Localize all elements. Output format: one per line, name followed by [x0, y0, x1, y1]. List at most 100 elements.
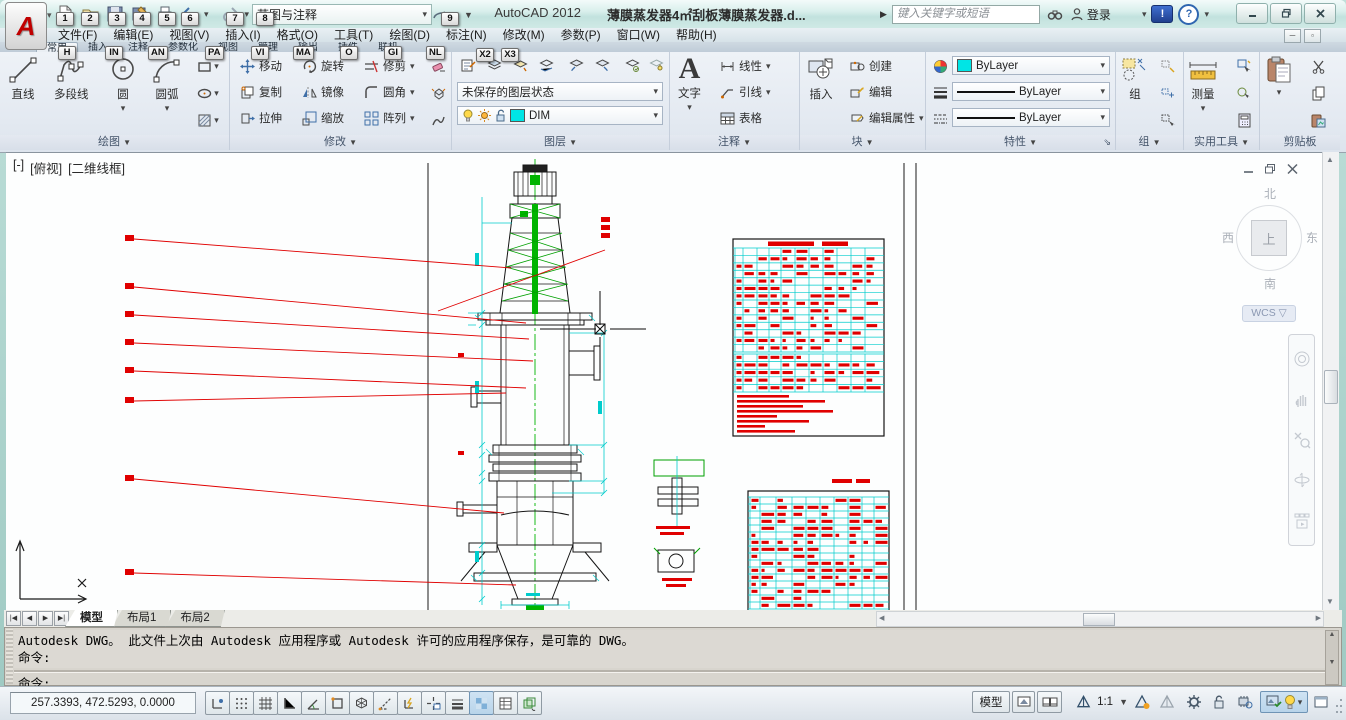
nav-wheel-icon[interactable] — [1293, 350, 1311, 368]
create-block-button[interactable]: 创建 — [850, 58, 892, 74]
viewcube-top-face[interactable]: 上 — [1251, 220, 1287, 256]
panel-label-groups[interactable]: 组 ▼ — [1116, 135, 1183, 150]
search-binoculars-icon[interactable] — [1045, 5, 1065, 23]
dynamic-input-toggle[interactable] — [421, 691, 446, 715]
text-caret-icon[interactable]: ▾ — [687, 102, 692, 113]
app-menu-button[interactable]: A — [5, 2, 47, 50]
first-tab-button[interactable]: |◀ — [6, 611, 21, 626]
viewcube-north[interactable]: 北 — [1222, 185, 1318, 202]
properties-launcher-icon[interactable]: ⇘ — [1103, 135, 1111, 150]
search-input[interactable] — [891, 4, 1040, 24]
circle-caret-icon[interactable]: ▾ — [121, 103, 126, 114]
viewcube[interactable]: 北 南 西 东 上 — [1222, 183, 1318, 301]
visual-style-control[interactable]: [二维线框] — [68, 158, 125, 177]
clean-screen-button[interactable] — [1310, 691, 1332, 713]
lineweight-dropdown[interactable]: ByLayer ▾ — [952, 82, 1110, 101]
group-edit-button[interactable] — [1156, 83, 1180, 103]
resize-grip[interactable] — [1334, 695, 1344, 719]
lineweight-caret-icon[interactable]: ▾ — [1100, 86, 1105, 97]
linear-dim-button[interactable]: 线性 ▾ — [720, 58, 771, 74]
orbit-icon[interactable] — [1293, 471, 1311, 489]
menu-parametric[interactable]: 参数(P) — [553, 28, 609, 42]
rectangle-caret-icon[interactable]: ▾ — [214, 61, 219, 72]
menu-file[interactable]: 文件(F) — [50, 28, 105, 42]
edit-attributes-button[interactable]: 编辑属性 ▾ — [850, 110, 924, 126]
zoom-extents-icon[interactable] — [1293, 431, 1311, 449]
menu-format[interactable]: 格式(O) — [269, 28, 326, 42]
tab-model[interactable]: 模型 — [65, 610, 118, 627]
arc-caret-icon[interactable]: ▾ — [165, 103, 170, 114]
panel-label-properties[interactable]: 特性 ▼ ⇘ — [926, 135, 1115, 150]
menu-view[interactable]: 视图(V) — [161, 28, 217, 42]
layer-lockfade-button[interactable] — [644, 55, 668, 75]
circle-button[interactable]: 圆 ▾ — [108, 55, 138, 114]
paste-caret-icon[interactable]: ▾ — [1277, 87, 1282, 98]
minimize-button[interactable] — [1236, 3, 1268, 24]
coordinate-display[interactable]: 257.3393, 472.5293, 0.0000 — [10, 692, 196, 714]
lineweight-icon[interactable] — [928, 82, 952, 102]
menu-modify[interactable]: 修改(M) — [495, 28, 553, 42]
workspace-caret-icon[interactable]: ▾ — [422, 9, 427, 20]
copy-clip-button[interactable] — [1306, 83, 1330, 103]
layer-off-button[interactable] — [564, 55, 588, 75]
mirror-button[interactable]: 镜像 — [302, 84, 344, 100]
cut-button[interactable] — [1306, 56, 1330, 76]
tab-layout1[interactable]: 布局1 — [112, 610, 171, 627]
viewcube-south[interactable]: 南 — [1222, 275, 1318, 292]
undo-caret-icon[interactable]: ▾ — [204, 9, 209, 20]
trim-caret-icon[interactable]: ▾ — [410, 61, 415, 72]
linetype-caret-icon[interactable]: ▾ — [1100, 112, 1105, 123]
paste-button[interactable]: ▾ — [1264, 55, 1294, 98]
hatch-caret-icon[interactable]: ▾ — [214, 115, 219, 126]
restore-button[interactable] — [1270, 3, 1302, 24]
hatch-button[interactable]: ▾ — [196, 110, 220, 130]
close-button[interactable] — [1304, 3, 1336, 24]
layer-freeze-button[interactable] — [534, 55, 558, 75]
drawing-canvas[interactable]: [-] [俯视] [二维线框] 北 南 西 东 上 WCS ▽ — [6, 152, 1322, 611]
otrack-toggle[interactable] — [373, 691, 398, 715]
viewcube-east[interactable]: 东 — [1306, 229, 1318, 246]
layer-match-button[interactable] — [620, 55, 644, 75]
color-caret-icon[interactable]: ▾ — [1100, 60, 1105, 71]
table-button[interactable]: 表格 — [720, 110, 762, 126]
toolbar-lock-button[interactable] — [1208, 691, 1230, 713]
layer-state-caret-icon[interactable]: ▾ — [653, 86, 658, 97]
isolate-objects-group[interactable]: ▾ — [1260, 691, 1308, 713]
menu-help[interactable]: 帮助(H) — [668, 28, 725, 42]
ungroup-button[interactable] — [1156, 56, 1180, 76]
quick-view-drawings-button[interactable] — [1037, 691, 1062, 713]
tab-layout2[interactable]: 布局2 — [165, 610, 224, 627]
hardware-acceleration-button[interactable] — [1232, 691, 1258, 713]
viewport-menu[interactable]: [-] — [13, 158, 24, 177]
command-history[interactable]: Autodesk DWG。 此文件上次由 Autodesk 应用程序或 Auto… — [14, 630, 1325, 668]
fillet-caret-icon[interactable]: ▾ — [410, 87, 415, 98]
menu-draw[interactable]: 绘图(D) — [381, 28, 438, 42]
view-control[interactable]: [俯视] — [30, 158, 62, 177]
workspace-switcher[interactable]: 草图与注释 ▾ — [252, 3, 432, 25]
prev-tab-button[interactable]: ◀ — [22, 611, 37, 626]
viewcube-west[interactable]: 西 — [1222, 229, 1234, 246]
lineweight-toggle[interactable] — [445, 691, 470, 715]
snap-toggle[interactable] — [229, 691, 254, 715]
linetype-dropdown[interactable]: ByLayer ▾ — [952, 108, 1110, 127]
color-wheel-icon[interactable] — [928, 56, 952, 76]
annotation-visibility-button[interactable] — [1130, 691, 1153, 713]
signin-caret-icon[interactable]: ▾ — [1142, 9, 1147, 20]
grid-toggle[interactable] — [253, 691, 278, 715]
text-button[interactable]: A 文字 ▾ — [678, 54, 701, 113]
trim-button[interactable]: 修剪 ▾ — [364, 58, 415, 74]
edit-attr-caret-icon[interactable]: ▾ — [919, 113, 924, 124]
stretch-button[interactable]: 拉伸 — [240, 110, 282, 126]
exchange-apps-button[interactable]: ! — [1151, 5, 1174, 23]
menu-window[interactable]: 窗口(W) — [609, 28, 668, 42]
arc-button[interactable]: 圆弧 ▾ — [152, 55, 182, 114]
vertical-scroll-thumb[interactable] — [1324, 370, 1338, 404]
paste-special-button[interactable] — [1306, 110, 1330, 130]
signin-control[interactable]: 登录 — [1070, 6, 1111, 23]
app-menu-caret-icon[interactable]: ▾ — [47, 10, 52, 21]
layer-color-swatch[interactable] — [510, 109, 525, 122]
panel-label-clipboard[interactable]: 剪贴板 — [1260, 135, 1340, 150]
insert-block-button[interactable]: 插入 — [806, 55, 836, 102]
linetype-icon[interactable] — [928, 108, 952, 128]
mdi-restore-button[interactable]: ▫ — [1304, 29, 1321, 43]
